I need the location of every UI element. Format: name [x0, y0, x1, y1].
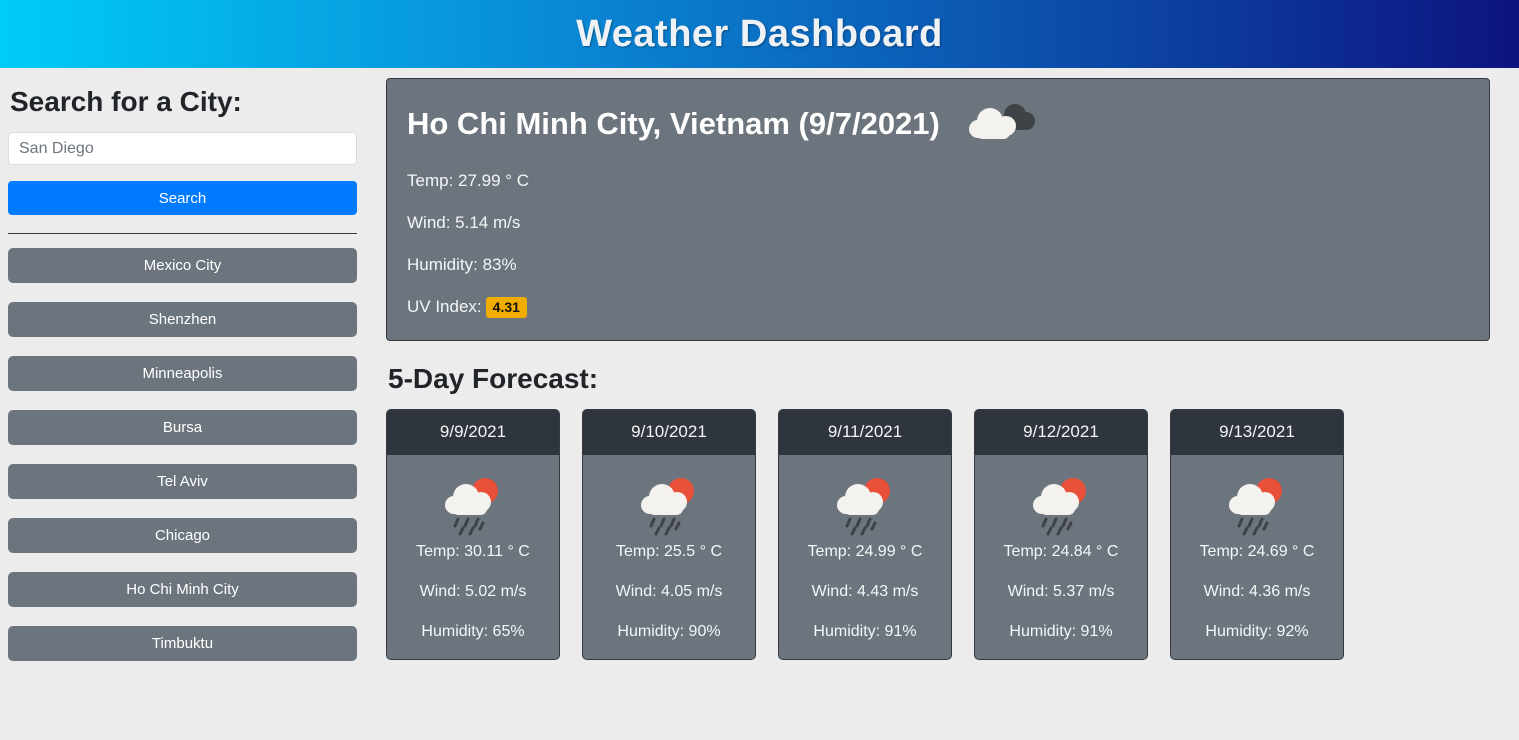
current-wind: Wind: 5.14 m/s — [407, 213, 521, 232]
forecast-humidity: Humidity: 90% — [617, 623, 721, 640]
forecast-body: Temp: 25.5 ° C Wind: 4.05 m/s Humidity: … — [583, 455, 755, 659]
forecast-wind: Wind: 4.36 m/s — [1203, 583, 1311, 600]
forecast-temp: Temp: 25.5 ° C — [616, 543, 722, 560]
forecast-card: 9/10/2021 Temp: 25.5 ° C Wind: 4.05 m/s … — [582, 409, 756, 660]
current-weather-title-row: Ho Chi Minh City, Vietnam (9/7/2021) — [407, 101, 1469, 147]
page-body: Search for a City: Search Mexico City Sh… — [0, 68, 1519, 740]
forecast-humidity: Humidity: 91% — [813, 623, 917, 640]
uv-index-label: UV Index: — [407, 297, 482, 316]
forecast-humidity: Humidity: 92% — [1205, 623, 1309, 640]
city-history-item[interactable]: Timbuktu — [8, 626, 357, 661]
forecast-wind: Wind: 5.37 m/s — [1007, 583, 1115, 600]
status-badge: 4.31 — [485, 297, 527, 318]
page-title: Weather Dashboard — [576, 12, 943, 55]
city-history-item[interactable]: Shenzhen — [8, 302, 357, 337]
forecast-card: 9/11/2021 Temp: 24.99 ° C Wind: 4.43 m/s… — [778, 409, 952, 660]
forecast-temp: Temp: 30.11 ° C — [416, 543, 530, 560]
rain-with-sun-icon — [1177, 469, 1337, 543]
forecast-date: 9/13/2021 — [1171, 410, 1343, 455]
broken-clouds-icon — [966, 101, 1038, 147]
city-history-item[interactable]: Ho Chi Minh City — [8, 572, 357, 607]
forecast-date: 9/10/2021 — [583, 410, 755, 455]
forecast-card: 9/12/2021 Temp: 24.84 ° C Wind: 5.37 m/s… — [974, 409, 1148, 660]
forecast-wind: Wind: 4.05 m/s — [615, 583, 723, 600]
rain-with-sun-icon — [393, 469, 553, 543]
search-button[interactable]: Search — [8, 181, 357, 215]
forecast-heading: 5-Day Forecast: — [388, 363, 599, 394]
forecast-humidity: Humidity: 65% — [421, 623, 525, 640]
forecast-date: 9/9/2021 — [387, 410, 559, 455]
forecast-body: Temp: 24.69 ° C Wind: 4.36 m/s Humidity:… — [1171, 455, 1343, 659]
rain-with-sun-icon — [785, 469, 945, 543]
main-content: Ho Chi Minh City, Vietnam (9/7/2021) Tem… — [375, 68, 1519, 660]
forecast-list: 9/9/2021 Temp: 30.11 ° C Wind: 5.02 m/s … — [386, 409, 1490, 660]
sidebar-divider — [8, 233, 357, 234]
rain-with-sun-icon — [589, 469, 749, 543]
forecast-card: 9/13/2021 Temp: 24.69 ° C Wind: 4.36 m/s… — [1170, 409, 1344, 660]
city-history-item[interactable]: Mexico City — [8, 248, 357, 283]
city-history-list: Mexico City Shenzhen Minneapolis Bursa T… — [8, 248, 357, 661]
forecast-date: 9/11/2021 — [779, 410, 951, 455]
current-weather-card: Ho Chi Minh City, Vietnam (9/7/2021) Tem… — [386, 78, 1490, 341]
forecast-temp: Temp: 24.69 ° C — [1199, 543, 1315, 560]
search-heading: Search for a City: — [10, 86, 242, 117]
current-temp: Temp: 27.99 ° C — [407, 171, 530, 190]
forecast-body: Temp: 30.11 ° C Wind: 5.02 m/s Humidity:… — [387, 455, 559, 659]
forecast-humidity: Humidity: 91% — [1009, 623, 1113, 640]
forecast-date: 9/12/2021 — [975, 410, 1147, 455]
search-input[interactable] — [8, 132, 357, 165]
current-city-title: Ho Chi Minh City, Vietnam (9/7/2021) — [407, 106, 940, 141]
city-history-item[interactable]: Minneapolis — [8, 356, 357, 391]
forecast-wind: Wind: 5.02 m/s — [419, 583, 527, 600]
city-history-item[interactable]: Chicago — [8, 518, 357, 553]
current-uv-row: UV Index: 4.31 — [407, 297, 1469, 318]
forecast-body: Temp: 24.84 ° C Wind: 5.37 m/s Humidity:… — [975, 455, 1147, 659]
forecast-temp: Temp: 24.84 ° C — [1003, 543, 1119, 560]
forecast-temp: Temp: 24.99 ° C — [807, 543, 923, 560]
forecast-body: Temp: 24.99 ° C Wind: 4.43 m/s Humidity:… — [779, 455, 951, 659]
forecast-card: 9/9/2021 Temp: 30.11 ° C Wind: 5.02 m/s … — [386, 409, 560, 660]
city-history-item[interactable]: Bursa — [8, 410, 357, 445]
forecast-wind: Wind: 4.43 m/s — [811, 583, 919, 600]
sidebar: Search for a City: Search Mexico City Sh… — [0, 68, 375, 680]
current-humidity: Humidity: 83% — [407, 255, 517, 274]
app-header: Weather Dashboard — [0, 0, 1519, 68]
city-history-item[interactable]: Tel Aviv — [8, 464, 357, 499]
rain-with-sun-icon — [981, 469, 1141, 543]
